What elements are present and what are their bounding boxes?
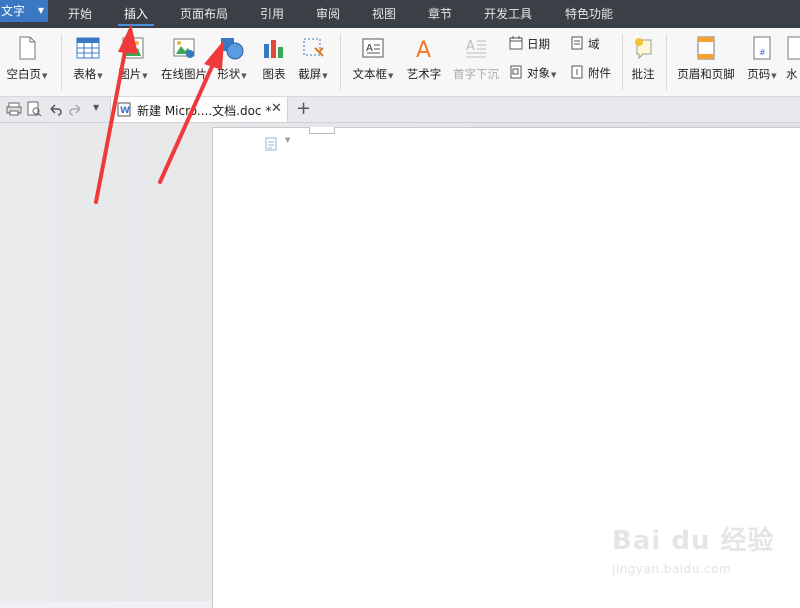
watermark-button[interactable]: 水	[786, 36, 800, 82]
date-button[interactable]: 日期	[527, 36, 550, 52]
paragraph-menu-icon[interactable]: ▼	[285, 136, 290, 144]
online-picture-button[interactable]: 在线图片	[158, 36, 210, 82]
field-button[interactable]: 域	[588, 36, 600, 52]
comment-icon	[635, 38, 652, 60]
app-name: 文字	[1, 4, 26, 18]
wordart-button[interactable]: A 艺术字	[404, 36, 444, 82]
tab-review[interactable]: 审阅	[314, 0, 342, 28]
watermark-logo: Bai du 经验	[612, 526, 775, 556]
app-menu-button[interactable]: 文字 ▼	[0, 0, 48, 22]
shape-label: 形状	[217, 67, 241, 81]
page-corner-marker	[309, 127, 335, 134]
blank-page-icon	[19, 36, 36, 60]
tab-page-layout[interactable]: 页面布局	[179, 0, 229, 28]
svg-text:A: A	[416, 38, 431, 60]
tab-view[interactable]: 视图	[370, 0, 398, 28]
svg-text:A: A	[366, 43, 373, 54]
wordart-label: 艺术字	[406, 67, 442, 81]
comment-label: 批注	[631, 67, 655, 81]
chevron-down-icon: ▼	[37, 6, 44, 15]
blank-page-button[interactable]: 空白页▼	[2, 36, 52, 82]
online-picture-icon	[173, 38, 195, 58]
page-number-label: 页码	[747, 67, 771, 81]
field-icon	[571, 36, 583, 50]
tab-special-features[interactable]: 特色功能	[563, 0, 615, 28]
watermark-label: 水	[786, 67, 798, 81]
undo-icon[interactable]	[47, 101, 63, 117]
quick-access-dropdown-icon[interactable]: ▼	[93, 103, 99, 112]
menu-bar: 文字 ▼ 开始 插入 页面布局 引用 审阅 视图 章节 开发工具 特色功能	[0, 0, 800, 28]
picture-label: 图片	[118, 67, 142, 81]
document-tab[interactable]: W 新建 Micro....文档.doc * ✕	[110, 97, 288, 122]
tab-references[interactable]: 引用	[258, 0, 286, 28]
comment-button[interactable]: 批注	[628, 36, 658, 82]
textbox-icon: A	[362, 38, 384, 58]
svg-text:W: W	[120, 106, 130, 116]
page-number-button[interactable]: # 页码▼	[742, 36, 782, 82]
table-label: 表格	[73, 67, 97, 81]
chart-icon	[264, 40, 283, 58]
textbox-label: 文本框	[352, 67, 388, 81]
table-icon	[76, 37, 100, 59]
object-button[interactable]: 对象▼	[527, 65, 556, 81]
blank-page-label: 空白页	[6, 67, 42, 81]
paragraph-icon[interactable]	[265, 137, 279, 151]
date-icon	[509, 36, 523, 50]
document-tab-title: 新建 Micro....文档.doc *	[137, 104, 272, 118]
chart-label: 图表	[262, 67, 286, 81]
tab-home[interactable]: 开始	[66, 0, 94, 28]
new-tab-icon[interactable]: +	[296, 98, 311, 119]
attachment-icon	[571, 65, 583, 79]
attachment-button[interactable]: 附件	[588, 65, 611, 81]
picture-icon	[122, 37, 144, 59]
page-number-icon: #	[753, 36, 771, 60]
print-preview-icon[interactable]	[26, 101, 42, 117]
drop-cap-icon: A	[466, 39, 486, 58]
document-icon: W	[117, 102, 131, 117]
svg-text:#: #	[759, 48, 766, 57]
tab-insert[interactable]: 插入	[118, 0, 154, 28]
textbox-button[interactable]: A 文本框▼	[348, 36, 398, 82]
online-picture-label: 在线图片	[161, 67, 207, 81]
baidu-watermark: Bai du 经验 jingyan.baidu.com	[612, 512, 782, 592]
close-tab-icon[interactable]: ✕	[271, 101, 282, 116]
print-icon[interactable]	[6, 101, 22, 117]
redo-icon[interactable]	[68, 101, 84, 117]
wordart-icon: A	[416, 38, 431, 60]
shape-icon	[221, 38, 244, 60]
tab-sections[interactable]: 章节	[426, 0, 454, 28]
table-button[interactable]: 表格▼	[68, 36, 108, 82]
header-footer-label: 页眉和页脚	[677, 67, 735, 81]
header-footer-icon	[697, 36, 715, 60]
chart-button[interactable]: 图表	[256, 36, 292, 82]
shape-button[interactable]: 形状▼	[214, 36, 250, 82]
drop-cap-label: 首字下沉	[453, 67, 499, 81]
screenshot-label: 截屏	[298, 67, 322, 81]
watermark-icon	[787, 36, 800, 60]
header-footer-button[interactable]: 页眉和页脚	[672, 36, 740, 82]
watermark-url: jingyan.baidu.com	[612, 562, 732, 576]
screenshot-icon	[303, 38, 324, 57]
picture-button[interactable]: 图片▼	[114, 36, 152, 82]
svg-text:A: A	[466, 39, 475, 54]
tab-developer[interactable]: 开发工具	[482, 0, 534, 28]
object-icon	[510, 65, 522, 79]
ribbon-insert: 空白页▼ 表格▼ 图片▼ 在线图片 形状▼ 图表 截屏▼ A 文本框▼ A 艺术…	[0, 28, 800, 97]
drop-cap-button[interactable]: A 首字下沉	[450, 36, 502, 82]
screenshot-button[interactable]: 截屏▼	[294, 36, 332, 82]
document-tab-bar: ▼ W 新建 Micro....文档.doc * ✕ +	[0, 97, 800, 123]
